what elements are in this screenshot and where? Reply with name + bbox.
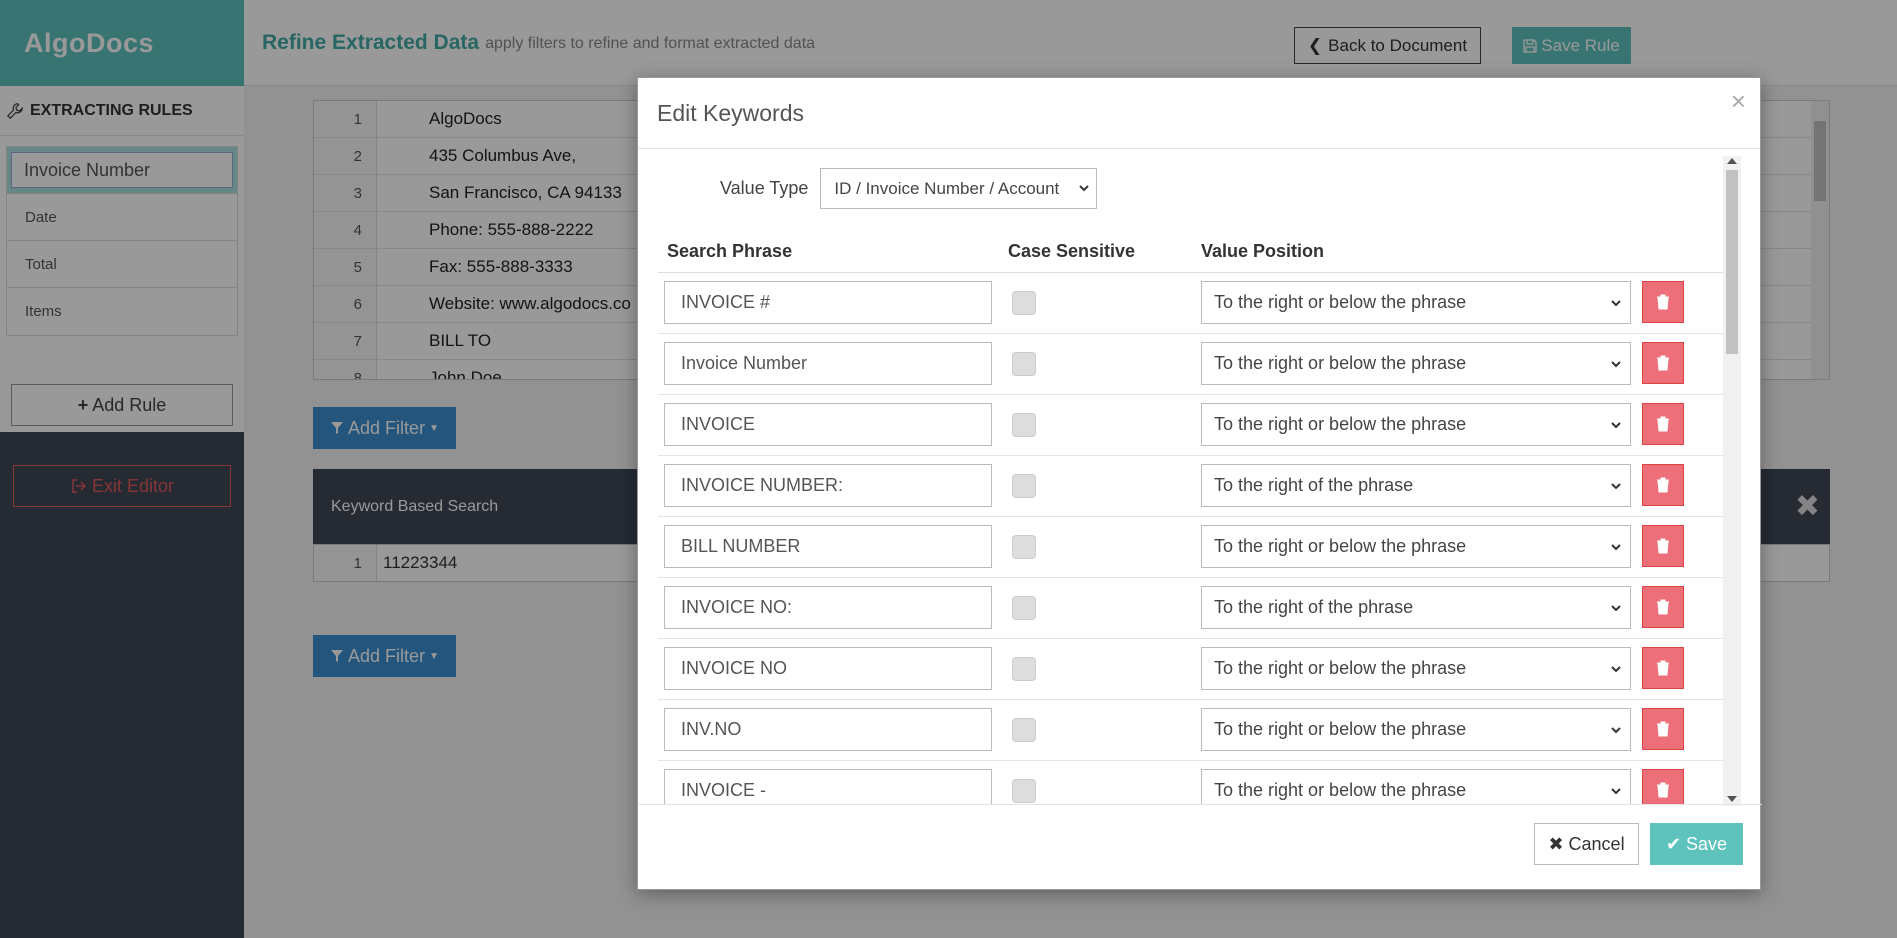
value-position-selected: To the right or below the phrase (1214, 414, 1467, 434)
cancel-label: Cancel (1568, 833, 1625, 854)
value-position-selected: To the right or below the phrase (1214, 658, 1467, 678)
scroll-up-icon[interactable] (1727, 158, 1737, 164)
column-search-phrase: Search Phrase (667, 241, 793, 261)
delete-keyword-button[interactable] (1642, 769, 1684, 804)
trash-icon (1657, 782, 1669, 798)
chevron-down-icon (1611, 788, 1621, 795)
case-sensitive-checkbox[interactable] (1012, 413, 1036, 437)
modal-title: Edit Keywords (657, 99, 805, 126)
check-icon: ✔ (1665, 833, 1682, 854)
case-sensitive-checkbox[interactable] (1012, 596, 1036, 620)
value-type-select[interactable]: ID / Invoice Number / Account (820, 168, 1098, 209)
save-label: Save (1686, 833, 1728, 854)
value-position-select[interactable]: To the right or below the phrase (1201, 525, 1631, 568)
value-position-select[interactable]: To the right or below the phrase (1201, 647, 1631, 690)
search-phrase-input[interactable]: INVOICE NO: (664, 586, 992, 629)
value-position-select[interactable]: To the right of the phrase (1201, 464, 1631, 507)
chevron-down-icon (1611, 483, 1621, 490)
case-sensitive-checkbox[interactable] (1012, 718, 1036, 742)
value-position-select[interactable]: To the right of the phrase (1201, 586, 1631, 629)
case-sensitive-checkbox[interactable] (1012, 352, 1036, 376)
search-phrase-input[interactable]: INVOICE NO (664, 647, 992, 690)
value-position-select[interactable]: To the right or below the phrase (1201, 403, 1631, 446)
value-position-selected: To the right or below the phrase (1214, 780, 1467, 800)
scroll-down-icon[interactable] (1727, 796, 1737, 802)
keyword-row: BILL NUMBER To the right or below the phr… (658, 517, 1723, 578)
value-position-selected: To the right or below the phrase (1214, 719, 1467, 739)
value-position-select[interactable]: To the right or below the phrase (1201, 769, 1631, 804)
cancel-button[interactable]: ✖ Cancel (1534, 823, 1639, 865)
search-phrase-input[interactable]: INVOICE NUMBER: (664, 464, 992, 507)
value-position-select[interactable]: To the right or below the phrase (1201, 281, 1631, 324)
delete-keyword-button[interactable] (1642, 342, 1684, 384)
trash-icon (1657, 660, 1669, 676)
chevron-down-icon (1611, 361, 1621, 368)
close-icon[interactable]: × (1731, 86, 1746, 117)
column-value-position: Value Position (1201, 241, 1325, 261)
chevron-down-icon (1611, 422, 1621, 429)
value-position-selected: To the right or below the phrase (1214, 536, 1467, 556)
close-icon: ✖ (1548, 833, 1564, 854)
delete-keyword-button[interactable] (1642, 586, 1684, 628)
keyword-row: INVOICE To the right or below the phrase (658, 395, 1723, 456)
case-sensitive-checkbox[interactable] (1012, 779, 1036, 803)
delete-keyword-button[interactable] (1642, 708, 1684, 750)
keyword-row: INVOICE - To the right or below the phras… (658, 761, 1723, 804)
value-position-select[interactable]: To the right or below the phrase (1201, 708, 1631, 751)
edit-keywords-modal: Edit Keywords × Value Type ID / Invoice … (637, 77, 1762, 890)
value-position-select[interactable]: To the right or below the phrase (1201, 342, 1631, 385)
case-sensitive-checkbox[interactable] (1012, 474, 1036, 498)
delete-keyword-button[interactable] (1642, 281, 1684, 323)
case-sensitive-checkbox[interactable] (1012, 535, 1036, 559)
case-sensitive-checkbox[interactable] (1012, 291, 1036, 315)
delete-keyword-button[interactable] (1642, 403, 1684, 445)
value-position-selected: To the right of the phrase (1214, 475, 1414, 495)
chevron-down-icon (1611, 544, 1621, 551)
value-position-selected: To the right of the phrase (1214, 597, 1414, 617)
modal-header: Edit Keywords (638, 78, 1760, 149)
modal-scrollbar[interactable] (1723, 156, 1741, 806)
modal-body: Value Type ID / Invoice Number / Account… (638, 150, 1762, 804)
delete-keyword-button[interactable] (1642, 525, 1684, 567)
trash-icon (1657, 538, 1669, 554)
trash-icon (1657, 294, 1669, 310)
case-sensitive-checkbox[interactable] (1012, 657, 1036, 681)
delete-keyword-button[interactable] (1642, 647, 1684, 689)
modal-footer: ✖ Cancel ✔ Save (638, 804, 1762, 890)
keyword-row: INVOICE NUMBER: To the right of the phras… (658, 456, 1723, 517)
search-phrase-input[interactable]: INVOICE # (664, 281, 992, 324)
keyword-row: INVOICE # To the right or below the phras… (658, 273, 1723, 334)
search-phrase-input[interactable]: Invoice Number (664, 342, 992, 385)
trash-icon (1657, 416, 1669, 432)
value-type-row: Value Type ID / Invoice Number / Account (720, 168, 1098, 209)
search-phrase-input[interactable]: BILL NUMBER (664, 525, 992, 568)
search-phrase-input[interactable]: INV.NO (664, 708, 992, 751)
keyword-row: INVOICE NO To the right or below the phra… (658, 639, 1723, 700)
chevron-down-icon (1079, 185, 1090, 192)
keyword-row: INVOICE NO: To the right of the phrase (658, 578, 1723, 639)
scrollbar-thumb[interactable] (1726, 170, 1738, 354)
value-type-label: Value Type (720, 178, 809, 198)
value-type-selected: ID / Invoice Number / Account (834, 178, 1060, 198)
keyword-row: INV.NO To the right or below the phrase (658, 700, 1723, 761)
search-phrase-input[interactable]: INVOICE - (664, 769, 992, 804)
chevron-down-icon (1611, 605, 1621, 612)
chevron-down-icon (1611, 666, 1621, 673)
chevron-down-icon (1611, 727, 1621, 734)
value-position-selected: To the right or below the phrase (1214, 292, 1467, 312)
trash-icon (1657, 355, 1669, 371)
save-button[interactable]: ✔ Save (1650, 823, 1743, 865)
trash-icon (1657, 477, 1669, 493)
trash-icon (1657, 721, 1669, 737)
chevron-down-icon (1611, 300, 1621, 307)
search-phrase-input[interactable]: INVOICE (664, 403, 992, 446)
keyword-row: Invoice Number To the right or below the … (658, 334, 1723, 395)
value-position-selected: To the right or below the phrase (1214, 353, 1467, 373)
column-case-sensitive: Case Sensitive (1008, 241, 1136, 261)
delete-keyword-button[interactable] (1642, 464, 1684, 506)
trash-icon (1657, 599, 1669, 615)
